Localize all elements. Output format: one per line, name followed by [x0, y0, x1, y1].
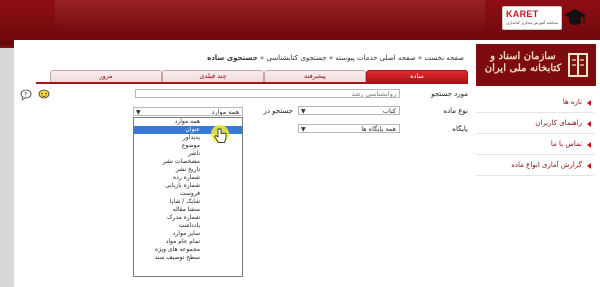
dropdown-option[interactable]: مجموعه های ویژه [134, 246, 242, 254]
sidebar-item-label: تماس با ما [550, 140, 582, 148]
karet-logo-box: KARET سامانه آموزش مجازی کتابداری [502, 6, 562, 30]
search-in-select[interactable]: ▼ همه موارد [133, 107, 243, 116]
karet-badge: KARET سامانه آموزش مجازی کتابداری [502, 6, 588, 30]
tab-advanced[interactable]: پیشرفته [264, 70, 366, 82]
sidebar-item-contact[interactable]: تماس با ما [476, 134, 594, 155]
karet-tagline: سامانه آموزش مجازی کتابداری [506, 20, 558, 25]
sidebar-item-label: تازه ها [562, 98, 582, 106]
breadcrumb-path[interactable]: صفحه نخست » صفحه اصلی خدمات پیوسته » جست… [258, 54, 464, 62]
book-emblem-icon [568, 53, 588, 77]
arrow-bullet-icon [587, 100, 591, 106]
dropdown-option[interactable] [134, 262, 242, 270]
chevron-down-icon: ▼ [301, 108, 306, 115]
help-info-icon[interactable] [38, 89, 50, 99]
karet-name: KARET [506, 9, 539, 19]
chevron-down-icon: ▼ [301, 126, 306, 133]
sidebar-item-label: راهنمای کاربران [535, 119, 582, 127]
dropdown-option[interactable]: تمام عام مواد [134, 238, 242, 246]
logo-text: سازمان اسناد و کتابخانه ملی ایران [484, 51, 562, 74]
dropdown-option[interactable]: یادداشت [134, 222, 242, 230]
arrow-bullet-icon [587, 163, 591, 169]
graduation-cap-icon [564, 9, 586, 25]
help-icons: ? [20, 89, 50, 101]
dropdown-option[interactable]: شابک / شاپا [134, 198, 242, 206]
dropdown-option[interactable]: مشخصات نشر [134, 158, 242, 166]
database-select[interactable]: ▼ همه پایگاه ها [298, 124, 400, 133]
search-term-label: مورد جستجو [431, 90, 468, 98]
sidebar-item-user-guide[interactable]: راهنمای کاربران [476, 113, 594, 134]
dropdown-option[interactable]: شماره مدرک [134, 214, 242, 222]
dropdown-option[interactable]: سطح توصیف سند [134, 254, 242, 262]
dropdown-option[interactable]: تاریخ نشر [134, 166, 242, 174]
database-label: پایگاه [452, 125, 468, 133]
sidebar-menu: تازه ها راهنمای کاربران تماس با ما گزارش… [476, 92, 594, 176]
header-gloss [55, 0, 485, 34]
sidebar-item-label: گزارش آماری انواع ماده [511, 161, 582, 169]
search-tabs: ساده پیشرفته چند فیلدی مرور [36, 70, 468, 82]
chevron-down-icon: ▼ [136, 109, 141, 116]
nlai-logo: سازمان اسناد و کتابخانه ملی ایران [476, 44, 596, 86]
breadcrumb-current: جستجوی ساده [207, 54, 258, 62]
screen: KARET سامانه آموزش مجازی کتابداری سازمان… [0, 0, 600, 287]
material-type-label: نوع ماده [443, 107, 468, 115]
tab-multi-field[interactable]: چند فیلدی [162, 70, 264, 82]
dropdown-option[interactable]: ناشر [134, 150, 242, 158]
tab-simple[interactable]: ساده [366, 70, 468, 82]
tab-browse[interactable]: مرور [50, 70, 162, 82]
material-type-select[interactable]: ▼ کتاب [298, 106, 400, 115]
sidebar-item-material-stats[interactable]: گزارش آماری انواع ماده [476, 155, 594, 176]
tab-underline [36, 82, 468, 84]
sidebar-item-news[interactable]: تازه ها [476, 92, 594, 113]
svg-text:?: ? [24, 91, 27, 98]
material-type-value: کتاب [382, 107, 396, 115]
search-in-label: جستجو در [263, 107, 293, 115]
arrow-bullet-icon [587, 121, 591, 127]
dropdown-option[interactable]: شماره رده [134, 174, 242, 182]
arrow-bullet-icon [587, 142, 591, 148]
breadcrumb: صفحه نخست » صفحه اصلی خدمات پیوسته » جست… [14, 54, 464, 62]
dropdown-option[interactable]: شماره بازیابی [134, 182, 242, 190]
dropdown-option[interactable]: سایر موارد [134, 230, 242, 238]
dropdown-option[interactable]: فروست [134, 190, 242, 198]
database-value: همه پایگاه ها [361, 125, 396, 133]
help-speech-icon[interactable]: ? [20, 89, 32, 101]
hand-cursor-icon [211, 125, 229, 143]
search-term-input[interactable]: روانشناسی رشد [135, 89, 400, 98]
dropdown-option[interactable]: منشا مقاله [134, 206, 242, 214]
search-in-value: همه موارد [211, 108, 239, 116]
